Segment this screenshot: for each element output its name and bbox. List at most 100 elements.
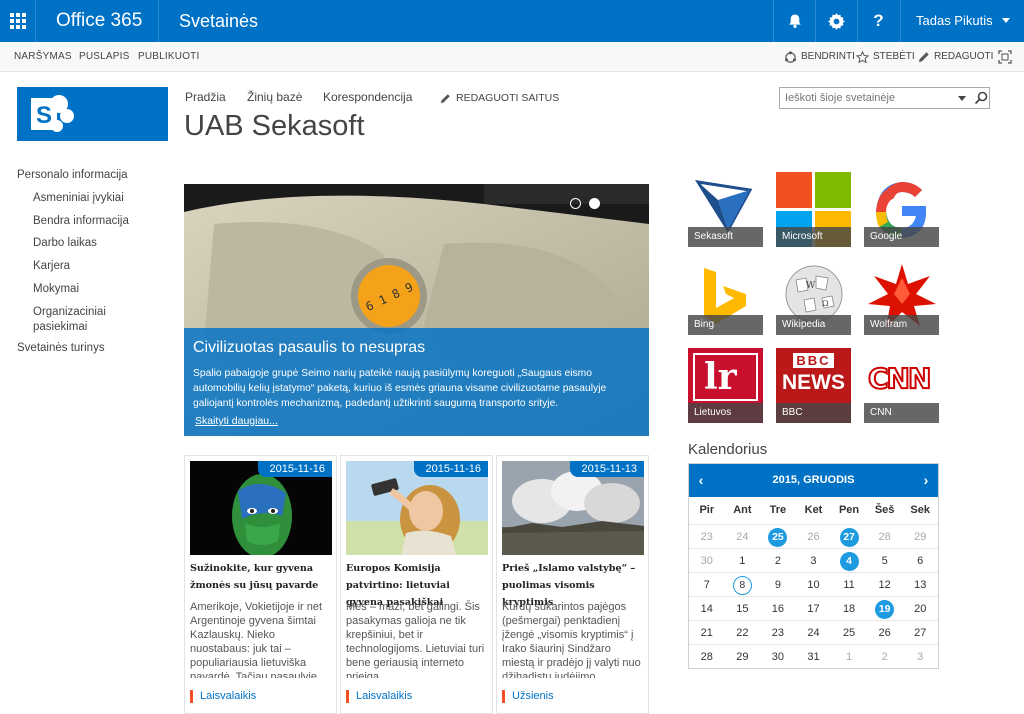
leftnav-site-contents[interactable]: Svetainės turinys [17, 342, 105, 354]
calendar-day[interactable]: 1 [831, 644, 867, 668]
read-more-link[interactable]: Skaityti daugiau... [195, 415, 278, 427]
settings-button[interactable] [815, 0, 857, 42]
calendar-day[interactable]: 10 [795, 572, 832, 596]
help-button[interactable]: ? [857, 0, 899, 42]
site-search-box [779, 87, 990, 109]
calendar-day[interactable]: 23 [760, 620, 796, 644]
calendar-day[interactable]: 26 [795, 524, 832, 548]
prev-month-button[interactable]: ‹ [691, 464, 711, 497]
search-input[interactable] [785, 90, 953, 106]
office365-brand[interactable]: Office 365 [56, 0, 142, 42]
calendar-day[interactable]: 24 [795, 620, 832, 644]
app-launcher-button[interactable] [0, 0, 36, 42]
calendar-day[interactable]: 3 [795, 548, 832, 572]
calendar-day[interactable]: 23 [689, 524, 725, 548]
leftnav-working-hours[interactable]: Darbo laikas [33, 237, 97, 249]
calendar-day[interactable]: 24 [724, 524, 761, 548]
calendar-day[interactable]: 28 [689, 644, 725, 668]
edit-page-button[interactable]: REDAGUOTI [918, 42, 993, 72]
tab-browse[interactable]: NARŠYMAS [14, 42, 72, 72]
site-logo[interactable]: S [17, 87, 168, 141]
calendar-day[interactable]: 5 [866, 548, 903, 572]
leftnav-general-info[interactable]: Bendra informacija [33, 215, 129, 227]
calendar-day[interactable]: 14 [689, 596, 725, 620]
calendar-day[interactable]: 26 [866, 620, 903, 644]
leftnav-personal-events[interactable]: Asmeniniai įvykiai [33, 192, 124, 204]
calendar-day[interactable]: 2 [760, 548, 796, 572]
calendar-day[interactable]: 25 [831, 620, 867, 644]
calendar-day[interactable]: 1 [724, 548, 761, 572]
calendar-day[interactable]: 30 [760, 644, 796, 668]
calendar-day[interactable]: 12 [866, 572, 903, 596]
leftnav-hr-info[interactable]: Personalo informacija [17, 169, 128, 181]
search-icon[interactable] [973, 90, 989, 106]
tab-page[interactable]: PUSLAPIS [79, 42, 130, 72]
edit-links-button[interactable]: REDAGUOTI SAITUS [440, 92, 559, 104]
follow-button[interactable]: STEBĖTI [856, 42, 915, 72]
calendar-day[interactable]: 19 [866, 596, 903, 620]
next-month-button[interactable]: › [916, 464, 936, 497]
news-title[interactable]: Sužinokite, kur gyvena žmonės su jūsų pa… [190, 560, 334, 594]
focus-mode-button[interactable] [998, 42, 1012, 72]
tile-google[interactable]: Google [864, 172, 939, 247]
calendar-day[interactable]: 3 [902, 644, 938, 668]
notifications-button[interactable] [773, 0, 815, 42]
leftnav-training[interactable]: Mokymai [33, 283, 79, 295]
calendar-day[interactable]: 18 [831, 596, 867, 620]
leftnav-career[interactable]: Karjera [33, 260, 70, 272]
calendar-day[interactable]: 6 [902, 548, 938, 572]
topnav-home[interactable]: Pradžia [185, 90, 226, 104]
tile-wikipedia[interactable]: W Ω Wikipedia [776, 260, 851, 335]
leftnav-org-achievements[interactable]: Organizaciniai pasiekimai [33, 305, 106, 335]
topnav-correspondence[interactable]: Korespondencija [323, 90, 412, 104]
calendar-day[interactable]: 27 [831, 524, 867, 548]
calendar-day[interactable]: 29 [902, 524, 938, 548]
tile-wolfram[interactable]: Wolfram [864, 260, 939, 335]
topnav-knowledge-base[interactable]: Žinių bazė [247, 90, 302, 104]
tile-bbc[interactable]: BBC NEWS BBC [776, 348, 851, 423]
slide-title[interactable]: Civilizuotas pasaulis to nesupras [193, 339, 640, 357]
calendar-day[interactable]: 11 [831, 572, 867, 596]
tile-lrytas[interactable]: lr Lietuvos [688, 348, 763, 423]
calendar-day[interactable]: 13 [902, 572, 938, 596]
calendar-day[interactable]: 21 [689, 620, 725, 644]
calendar-day[interactable]: 30 [689, 548, 725, 572]
calendar-day[interactable]: 15 [724, 596, 761, 620]
tile-microsoft[interactable]: Microsoft [776, 172, 851, 247]
tile-sekasoft[interactable]: Sekasoft [688, 172, 763, 247]
calendar-day[interactable]: 4 [831, 548, 867, 572]
calendar-day[interactable]: 29 [724, 644, 761, 668]
slide-dot-1[interactable] [570, 198, 581, 209]
tile-bing[interactable]: Bing [688, 260, 763, 335]
calendar-day[interactable]: 20 [902, 596, 938, 620]
calendar-day[interactable]: 17 [795, 596, 832, 620]
calendar-day[interactable]: 8 [724, 572, 761, 596]
calendar-day[interactable]: 16 [760, 596, 796, 620]
share-button[interactable]: BENDRINTI [784, 42, 855, 72]
news-card-2[interactable]: 2015-11-16 Europos Komisija patvirtino: … [340, 455, 493, 714]
news-card-1[interactable]: 2015-11-16 Sužinokite, kur gyvena žmonės… [184, 455, 337, 714]
calendar-day[interactable]: 27 [902, 620, 938, 644]
news-slider[interactable]: 6 1 8 9 Civilizuotas pasaulis to nesupra… [184, 184, 649, 436]
tile-cnn[interactable]: CNN CNN [864, 348, 939, 423]
calendar-day-number: 23 [700, 531, 713, 543]
calendar-day[interactable]: 7 [689, 572, 725, 596]
calendar-day[interactable]: 31 [795, 644, 832, 668]
calendar-weekday: Pir [699, 504, 715, 516]
calendar-day-number: 28 [700, 651, 713, 663]
tile-label: CNN [864, 403, 939, 423]
calendar-day[interactable]: 9 [760, 572, 796, 596]
sites-link[interactable]: Svetainės [179, 0, 258, 42]
calendar-day[interactable]: 25 [760, 524, 796, 548]
user-menu[interactable]: Tadas Pikutis [900, 0, 1024, 42]
slide-dot-2-active[interactable] [589, 198, 600, 209]
calendar-day[interactable]: 2 [866, 644, 903, 668]
calendar-day[interactable]: 22 [724, 620, 761, 644]
news-card-3[interactable]: 2015-11-13 Prieš „Islamo valstybę“ – puo… [496, 455, 649, 714]
news-category[interactable]: Užsienis [502, 690, 554, 703]
search-scope-dropdown-icon[interactable] [958, 96, 966, 101]
news-category[interactable]: Laisvalaikis [346, 690, 412, 703]
calendar-day[interactable]: 28 [866, 524, 903, 548]
news-category[interactable]: Laisvalaikis [190, 690, 256, 703]
tab-publish[interactable]: PUBLIKUOTI [138, 42, 199, 72]
